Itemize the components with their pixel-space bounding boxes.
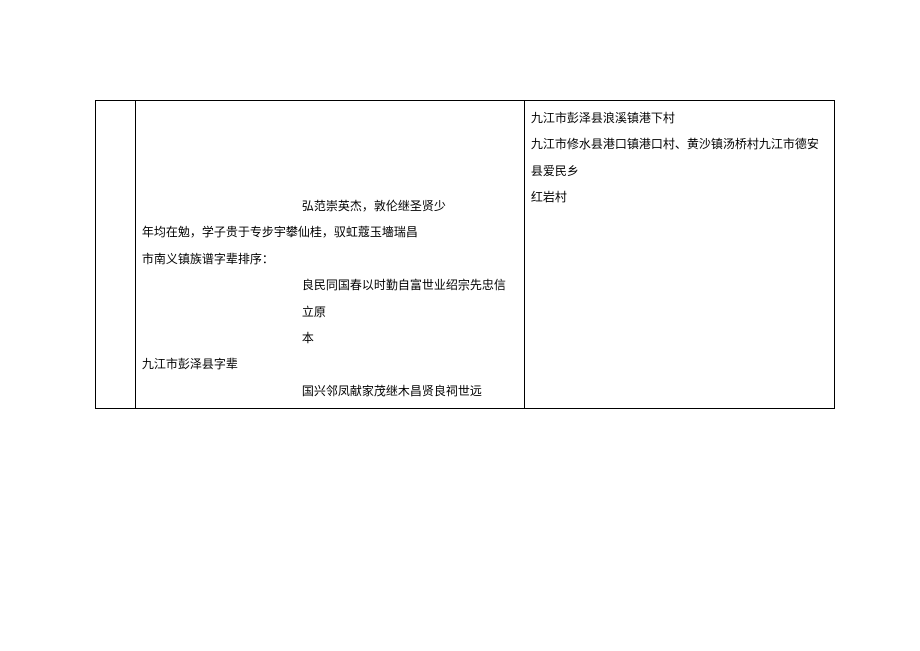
col2-text-line: 良民同国春以时勤自富世业绍宗先忠信立原 [142,272,518,325]
col2-text-line: 九江市彭泽县字辈 [142,351,518,377]
col2-text-line: 市南义镇族谱字辈排序： [142,246,518,272]
table-col-1 [96,101,136,408]
col2-text-line: 年均在勉，学子贵于专步宇攀仙桂，驭虹蔻玉墻瑞昌 [142,219,518,245]
col2-spacer [142,105,518,193]
col3-text-line: 九江市彭泽县浪溪镇港下村 [531,105,828,131]
table-col-2: 弘范崇英杰，敦伦继圣贤少 年均在勉，学子贵于专步宇攀仙桂，驭虹蔻玉墻瑞昌 市南义… [136,101,525,408]
col2-text-line: 本 [142,325,518,351]
col2-text-line: 国兴邻凤献家茂继木昌贤良祠世远 [142,378,518,404]
document-table: 弘范崇英杰，敦伦继圣贤少 年均在勉，学子贵于专步宇攀仙桂，驭虹蔻玉墻瑞昌 市南义… [95,100,835,409]
table-col-3: 九江市彭泽县浪溪镇港下村 九江市修水县港口镇港口村、黄沙镇汤桥村九江市德安县爱民… [525,101,834,408]
col3-text-line: 红岩村 [531,184,828,210]
col2-text-line: 弘范崇英杰，敦伦继圣贤少 [142,193,518,219]
col3-text-line: 九江市修水县港口镇港口村、黄沙镇汤桥村九江市德安县爱民乡 [531,131,828,184]
